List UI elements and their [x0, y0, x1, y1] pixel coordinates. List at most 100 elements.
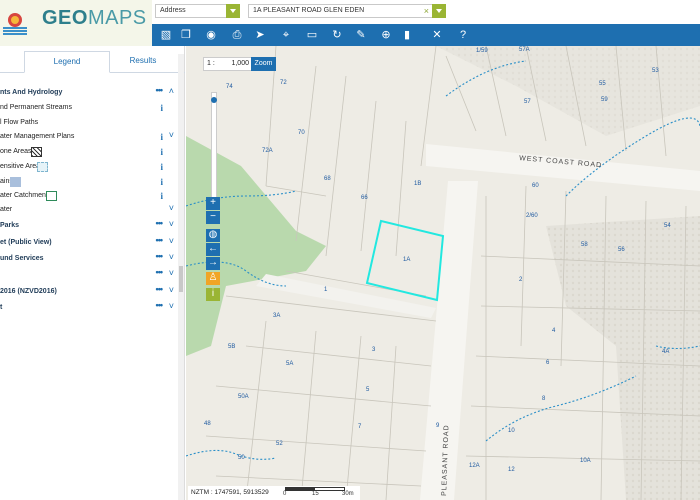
legend-swatch	[46, 191, 57, 201]
sidebar-scrollbar[interactable]	[178, 54, 184, 500]
globe-icon[interactable]: ◍	[206, 229, 220, 242]
zoom-slider[interactable]	[211, 92, 217, 198]
legend-row-label: ater Management Plans	[0, 133, 75, 140]
lot-number-label: 54	[664, 223, 671, 229]
street-view-person-icon[interactable]: ♙	[206, 272, 220, 285]
legend-row[interactable]: ater ˅	[0, 203, 178, 217]
legend-row[interactable]: ains i	[0, 177, 178, 189]
info-icon[interactable]: i	[160, 103, 163, 113]
lot-number-label: 10A	[580, 458, 591, 464]
logo-area[interactable]: GEOMAPS	[0, 0, 152, 46]
info-icon[interactable]: i	[160, 177, 163, 187]
legend-row[interactable]: ensitive Area i	[0, 162, 178, 174]
zoom-slider-knob[interactable]	[211, 97, 217, 103]
lot-number-label: 68	[324, 176, 331, 182]
address-search-input[interactable]: 1A PLEASANT ROAD GLEN EDEN ×	[248, 4, 446, 18]
legend-row[interactable]: Parks ••• ˅	[0, 218, 178, 233]
scale-input[interactable]: 1 : 1,000	[203, 57, 253, 71]
more-options-icon[interactable]: •••	[156, 235, 164, 245]
address-search-value: 1A PLEASANT ROAD GLEN EDEN	[253, 7, 365, 14]
legend-row[interactable]: ater Catchments i	[0, 191, 178, 203]
legend-row-label: Parks	[0, 222, 20, 229]
lot-number-label: 55	[599, 81, 606, 87]
legend-row[interactable]: 2016 (NZVD2016) ••• ˅	[0, 284, 178, 299]
chevron-down-icon[interactable]: ˅	[169, 268, 174, 278]
chevron-down-icon[interactable]: ˅	[169, 236, 174, 246]
scrollbar-thumb[interactable]	[179, 266, 183, 292]
measure-icon[interactable]: ▭	[304, 27, 320, 43]
tab-results[interactable]: Results	[110, 51, 176, 73]
chevron-down-icon[interactable]: ˅	[169, 285, 174, 295]
lot-number-label: 70	[298, 130, 305, 136]
lot-number-label: 2/60	[526, 213, 538, 219]
zoom-button[interactable]: Zoom	[251, 57, 276, 71]
zoom-out-icon[interactable]: −	[206, 211, 220, 224]
back-arrow-icon[interactable]: ←	[206, 243, 220, 256]
geotag-icon[interactable]: ⊕	[378, 27, 394, 43]
base-map-icon[interactable]: ▧	[158, 27, 174, 43]
chevron-up-icon[interactable]: ˄	[169, 86, 174, 96]
legend-row[interactable]: und Services ••• ˅	[0, 251, 178, 266]
info-icon[interactable]: i	[160, 132, 163, 142]
lot-number-label: 3	[372, 347, 376, 353]
more-options-icon[interactable]: •••	[156, 251, 164, 261]
legend-row-label: et (Public View)	[0, 239, 52, 246]
forward-arrow-icon[interactable]: →	[206, 257, 220, 270]
legend-swatch	[10, 177, 21, 187]
chevron-down-icon[interactable]: ˅	[169, 130, 174, 140]
bookmark-icon[interactable]: ▮	[399, 27, 415, 43]
road-driveway	[256, 274, 436, 318]
layers-icon[interactable]: ❐	[178, 27, 194, 43]
help-icon[interactable]: ?	[455, 27, 471, 43]
more-options-icon[interactable]: •••	[156, 284, 164, 294]
legend-row[interactable]: ater Management Plans i ˅	[0, 130, 178, 144]
view-icon[interactable]: ◉	[203, 27, 219, 43]
history-icon[interactable]: ↻	[329, 27, 345, 43]
legend-row[interactable]: nd Permanent Streams i	[0, 103, 178, 115]
lot-number-label: 12	[508, 467, 515, 473]
zoom-in-icon[interactable]: +	[206, 197, 220, 210]
info-icon[interactable]: i	[160, 191, 163, 201]
streetview-icon[interactable]: ✎	[353, 27, 369, 43]
scale-label-30: 30m	[342, 491, 354, 497]
info-icon[interactable]: i	[206, 288, 220, 301]
lot-number-label: 57	[524, 99, 531, 105]
legend-row[interactable]: et (Public View) ••• ˅	[0, 235, 178, 250]
print-icon[interactable]: ⎙	[229, 27, 245, 43]
close-icon[interactable]: ×	[424, 6, 429, 16]
legend-row-label: und Services	[0, 255, 44, 262]
search-type-select[interactable]: Address	[155, 4, 240, 18]
chevron-down-icon[interactable]: ˅	[169, 219, 174, 229]
more-options-icon[interactable]: •••	[156, 85, 164, 95]
chevron-down-icon[interactable]: ˅	[169, 203, 174, 213]
lot-number-label: 4A	[662, 349, 669, 355]
chevron-down-icon[interactable]: ˅	[169, 301, 174, 311]
tools-icon[interactable]: ✕	[429, 27, 445, 43]
lot-number-label: 74	[226, 84, 233, 90]
chevron-down-icon[interactable]	[226, 4, 240, 18]
info-icon[interactable]: i	[160, 147, 163, 157]
select-pointer-icon[interactable]: ➤	[252, 27, 268, 43]
legend-row[interactable]: nts And Hydrology ••• ˄	[0, 85, 178, 100]
more-options-icon[interactable]: •••	[156, 218, 164, 228]
legend-swatch	[37, 162, 48, 172]
lot-number-label: 5B	[228, 344, 235, 350]
locate-icon[interactable]: ⌖	[278, 27, 294, 43]
legend-row[interactable]: l Flow Paths	[0, 118, 178, 130]
legend-row[interactable]: ••• ˅	[0, 267, 178, 282]
chevron-down-icon[interactable]: ˅	[169, 252, 174, 262]
more-options-icon[interactable]: •••	[156, 300, 164, 310]
legend-row[interactable]: one Areas i	[0, 147, 178, 159]
lot-number-label: 48	[204, 421, 211, 427]
chevron-down-icon[interactable]	[432, 4, 446, 18]
legend-row[interactable]: t ••• ˅	[0, 300, 178, 315]
geomaps-app: { "app": { "logo_text_bold": "GEO", "log…	[0, 0, 700, 500]
lot-number-label: 3A	[273, 313, 280, 319]
info-icon[interactable]: i	[160, 162, 163, 172]
tab-legend[interactable]: Legend	[24, 51, 110, 73]
legend-row-label: ater	[0, 206, 13, 213]
lot-number-label: 58	[581, 242, 588, 248]
more-options-icon[interactable]: •••	[156, 267, 164, 277]
map-canvas[interactable]: 74 72 70 72A 68 66 1B 1A 1 3A 5B 5A 3 5 50A 48 52 7 50 9 1/5…	[186, 46, 700, 500]
lot-number-label: 52	[276, 441, 283, 447]
